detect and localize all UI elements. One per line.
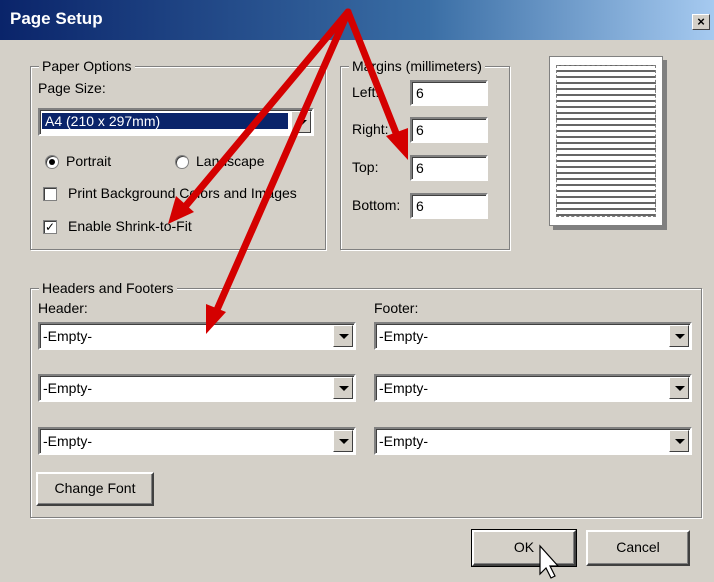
margins-legend: Margins (millimeters) (349, 58, 485, 74)
footer-select-2[interactable]: -Empty- (374, 374, 692, 402)
cancel-label: Cancel (616, 539, 660, 555)
chevron-down-icon[interactable] (333, 377, 353, 399)
margin-top-input[interactable]: 6 (410, 155, 488, 181)
portrait-radio[interactable] (45, 155, 59, 169)
margin-right-label: Right: (352, 121, 389, 137)
margin-bottom-label: Bottom: (352, 197, 401, 213)
preview-text-lines (556, 65, 656, 217)
header-label: Header: (38, 300, 88, 316)
window-title: Page Setup (10, 9, 103, 28)
footer-select-3[interactable]: -Empty- (374, 427, 692, 455)
checkmark-icon: ✓ (44, 220, 56, 234)
print-background-label: Print Background Colors and Images (68, 185, 297, 201)
footer-value-1: -Empty- (379, 328, 428, 344)
headers-footers-legend: Headers and Footers (39, 280, 177, 296)
footer-select-1[interactable]: -Empty- (374, 322, 692, 350)
margin-top-label: Top: (352, 159, 379, 175)
header-select-1[interactable]: -Empty- (38, 322, 356, 350)
chevron-down-icon[interactable] (291, 111, 311, 133)
margin-left-label: Left: (352, 84, 380, 100)
header-select-2[interactable]: -Empty- (38, 374, 356, 402)
landscape-radio[interactable] (175, 155, 189, 169)
footer-value-2: -Empty- (379, 380, 428, 396)
chevron-down-icon[interactable] (669, 377, 689, 399)
header-value-2: -Empty- (43, 380, 92, 396)
margin-right-input[interactable]: 6 (410, 117, 488, 143)
header-select-3[interactable]: -Empty- (38, 427, 356, 455)
portrait-label: Portrait (66, 153, 112, 169)
shrink-to-fit-label: Enable Shrink-to-Fit (68, 218, 192, 234)
change-font-label: Change Font (54, 480, 136, 496)
chevron-down-icon[interactable] (333, 430, 353, 452)
page-size-value: A4 (210 x 297mm) (42, 113, 288, 129)
cancel-button[interactable]: Cancel (586, 530, 690, 566)
footer-label: Footer: (374, 300, 419, 316)
chevron-down-icon[interactable] (333, 325, 353, 347)
margin-left-input[interactable]: 6 (410, 80, 488, 106)
ok-button[interactable]: OK (471, 529, 577, 567)
margin-bottom-input[interactable]: 6 (410, 193, 488, 219)
change-font-button[interactable]: Change Font (36, 472, 154, 506)
page-size-label: Page Size: (38, 80, 106, 96)
close-button[interactable]: × (692, 14, 710, 30)
header-value-3: -Empty- (43, 433, 92, 449)
close-icon: × (697, 14, 705, 29)
ok-label: OK (513, 539, 535, 555)
footer-value-3: -Empty- (379, 433, 428, 449)
paper-options-legend: Paper Options (39, 58, 135, 74)
title-bar: Page Setup × (0, 0, 714, 40)
chevron-down-icon[interactable] (669, 430, 689, 452)
shrink-to-fit-checkbox[interactable]: ✓ (43, 220, 57, 234)
page-size-select[interactable]: A4 (210 x 297mm) (38, 108, 314, 136)
header-value-1: -Empty- (43, 328, 92, 344)
chevron-down-icon[interactable] (669, 325, 689, 347)
print-background-checkbox[interactable] (43, 187, 57, 201)
page-preview (549, 56, 663, 226)
landscape-label: Landscape (196, 153, 265, 169)
